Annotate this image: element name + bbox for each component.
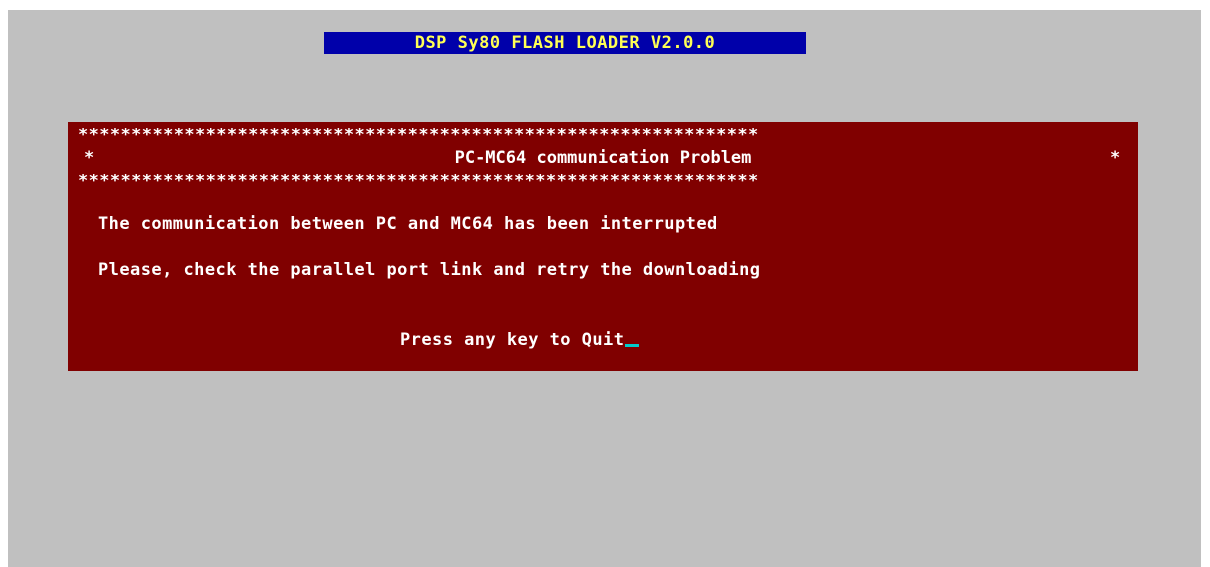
error-dialog: ****************************************… (68, 122, 1138, 371)
dialog-border-right-star: * (1110, 148, 1121, 168)
app-title-bar: DSP Sy80 FLASH LOADER V2.0.0 (324, 32, 806, 54)
error-message-line-1: The communication between PC and MC64 ha… (98, 214, 718, 234)
dialog-border-top: ****************************************… (78, 128, 759, 142)
text-cursor-icon (625, 344, 640, 347)
dialog-border-bottom: ****************************************… (78, 174, 759, 188)
dos-screen: DSP Sy80 FLASH LOADER V2.0.0 ***********… (8, 10, 1201, 567)
dialog-title: PC-MC64 communication Problem (454, 148, 752, 168)
quit-prompt-label: Press any key to Quit (400, 330, 625, 350)
error-message-line-2: Please, check the parallel port link and… (98, 260, 761, 280)
quit-prompt[interactable]: Press any key to Quit (400, 328, 640, 352)
